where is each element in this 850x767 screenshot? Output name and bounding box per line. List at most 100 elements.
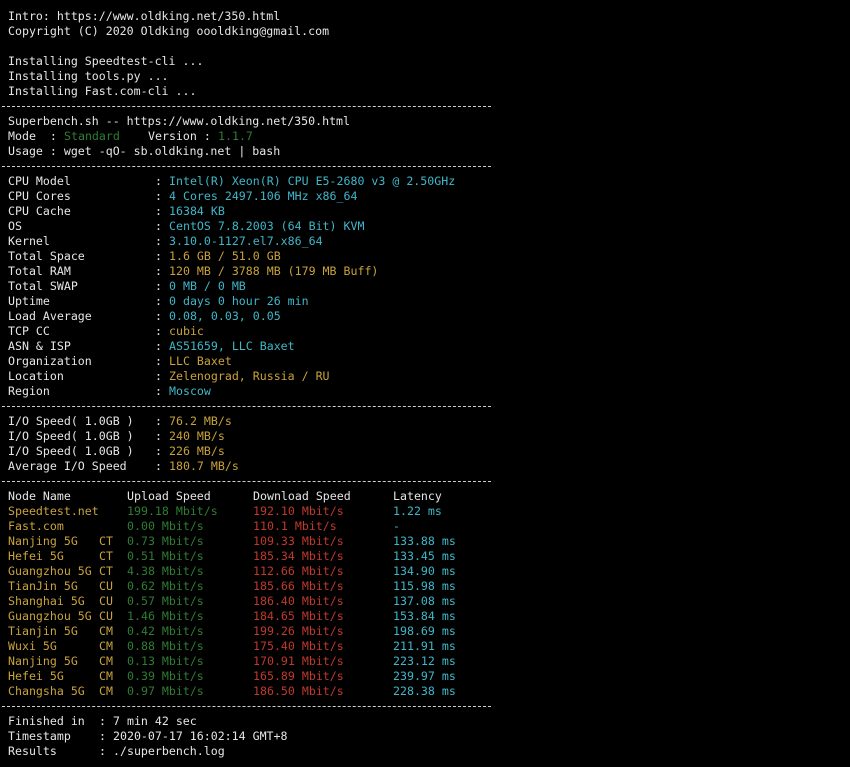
speed-download: 175.40 Mbit/s [253, 639, 344, 653]
sysinfo-colon: : [155, 324, 162, 338]
io-speed-key: I/O Speed( 1.0GB ) [8, 429, 134, 443]
speed-row: Nanjing 5G CM 0.13 Mbit/s 170.91 Mbit/s 223.… [8, 654, 844, 669]
sysinfo-row: CPU Cache:16384 KB [8, 204, 844, 219]
sysinfo-key: CPU Cores [8, 189, 71, 203]
speed-latency: 1.22 ms [393, 504, 442, 518]
speed-node-name: Shanghai 5G [8, 594, 85, 608]
speed-download: 112.66 Mbit/s [253, 564, 344, 578]
sysinfo-value: 0 days 0 hour 26 min [169, 294, 309, 308]
speed-download: 184.65 Mbit/s [253, 609, 344, 623]
sysinfo-row: Region: Moscow [8, 384, 844, 399]
speed-upload: 0.97 Mbit/s [127, 684, 204, 698]
mode-value: Standard [64, 129, 120, 143]
sysinfo-value: 0.08, 0.03, 0.05 [169, 309, 281, 323]
mode-label: Mode : [8, 129, 64, 143]
speed-row: Wuxi 5G CM 0.88 Mbit/s 175.40 Mbit/s 211.91 … [8, 639, 844, 654]
speed-latency: 228.38 ms [393, 684, 456, 698]
speed-latency: - [393, 519, 400, 533]
speed-row: Hefei 5G CT 0.51 Mbit/s 185.34 Mbit/s 133.45… [8, 549, 844, 564]
footer-row: Finished in:7 min 42 sec [8, 714, 844, 729]
speed-isp: CU [99, 579, 113, 593]
io-speed-key: Average I/O Speed [8, 459, 127, 473]
footer-key: Timestamp [8, 729, 71, 743]
sysinfo-value: Zelenograd, Russia / RU [169, 369, 330, 383]
footer-value: 2020-07-17 16:02:14 GMT+8 [113, 729, 288, 743]
speed-isp: CT [99, 564, 113, 578]
speed-download: 165.89 Mbit/s [253, 669, 344, 683]
speed-row: Speedtest.net 199.18 Mbit/s 192.10 Mbit/s 1… [8, 504, 844, 519]
system-info-section: CPU Model: Intel(R) Xeon(R) CPU E5-2680 v… [8, 174, 844, 399]
sysinfo-colon: : [155, 339, 162, 353]
speed-row: Fast.com 0.00 Mbit/s 110.1 Mbit/s - [8, 519, 844, 534]
io-speed-colon: : [155, 414, 162, 428]
sysinfo-row: ASN & ISP: AS51659, LLC Baxet [8, 339, 844, 354]
sysinfo-key: Uptime [8, 294, 50, 308]
speed-node-name: TianJin 5G [8, 579, 78, 593]
intro-line: Intro: https://www.oldking.net/350.html [8, 9, 281, 23]
sysinfo-colon: : [155, 279, 162, 293]
version-value: 1.1.7 [218, 129, 253, 143]
speed-upload: 0.42 Mbit/s [127, 624, 204, 638]
speed-isp: CU [99, 594, 113, 608]
io-speed-key: I/O Speed( 1.0GB ) [8, 444, 134, 458]
io-speed-section: I/O Speed( 1.0GB ):76.2 MB/s I/O Speed( 1… [8, 414, 844, 474]
sysinfo-value: 16384 KB [169, 204, 225, 218]
superbench-url-line: Superbench.sh -- https://www.oldking.net… [8, 114, 351, 128]
sysinfo-key: Total Space [8, 249, 85, 263]
speed-upload: 0.88 Mbit/s [127, 639, 204, 653]
speed-latency: 153.84 ms [393, 609, 456, 623]
speed-node-name: Wuxi 5G [8, 639, 57, 653]
speed-isp: CM [99, 684, 113, 698]
io-speed-colon: : [155, 459, 162, 473]
separator [2, 159, 844, 174]
speed-latency: 223.12 ms [393, 654, 456, 668]
footer-colon: : [99, 744, 106, 758]
sysinfo-colon: : [155, 264, 162, 278]
sysinfo-key: Total SWAP [8, 279, 78, 293]
sysinfo-key: ASN & ISP [8, 339, 71, 353]
speed-upload: 0.51 Mbit/s [127, 549, 204, 563]
io-speed-value: 76.2 MB/s [169, 414, 232, 428]
sysinfo-row: Total SWAP:0 MB / 0 MB [8, 279, 844, 294]
sysinfo-row: Location: Zelenograd, Russia / RU [8, 369, 844, 384]
sysinfo-key: Location [8, 369, 64, 383]
sysinfo-key: Kernel [8, 234, 50, 248]
sysinfo-colon: : [155, 369, 162, 383]
speed-row: Tianjin 5G CM 0.42 Mbit/s 199.26 Mbit/s 198.… [8, 624, 844, 639]
sysinfo-colon: : [155, 204, 162, 218]
sysinfo-key: Total RAM [8, 264, 71, 278]
sysinfo-key: CPU Model [8, 174, 71, 188]
sysinfo-colon: : [155, 189, 162, 203]
speed-upload: 0.39 Mbit/s [127, 669, 204, 683]
speed-row: Nanjing 5G CT 0.73 Mbit/s 109.33 Mbit/s 133.… [8, 534, 844, 549]
install-line: Installing Fast.com-cli ... [8, 84, 197, 98]
speed-node-name: Hefei 5G [8, 669, 64, 683]
sysinfo-colon: : [155, 309, 162, 323]
speed-download: 186.40 Mbit/s [253, 594, 344, 608]
footer-row: Timestamp:2020-07-17 16:02:14 GMT+8 [8, 729, 844, 744]
io-speed-value: 180.7 MB/s [169, 459, 239, 473]
speed-node-name: Nanjing 5G [8, 654, 78, 668]
sysinfo-value: Moscow [169, 384, 211, 398]
speed-upload: 4.38 Mbit/s [127, 564, 204, 578]
speed-node-name: Changsha 5G [8, 684, 85, 698]
terminal-output: Intro: https://www.oldking.net/350.html … [2, 9, 844, 759]
footer-colon: : [99, 714, 106, 728]
sysinfo-row: Load Average:0.08, 0.03, 0.05 [8, 309, 844, 324]
speed-row: TianJin 5G CU 0.62 Mbit/s 185.66 Mbit/s 115.… [8, 579, 844, 594]
speed-node-name: Nanjing 5G [8, 534, 78, 548]
sysinfo-row: Total Space:1.6 GB / 51.0 GB [8, 249, 844, 264]
speed-isp: CU [99, 609, 113, 623]
speed-download: 185.66 Mbit/s [253, 579, 344, 593]
sysinfo-row: OS: CentOS 7.8.2003 (64 Bit) KVM [8, 219, 844, 234]
sysinfo-key: TCP CC [8, 324, 50, 338]
sysinfo-value: 0 MB / 0 MB [169, 279, 246, 293]
speed-download: 199.26 Mbit/s [253, 624, 344, 638]
sysinfo-colon: : [155, 234, 162, 248]
copyright-line: Copyright (C) 2020 Oldking oooldking@gma… [8, 24, 330, 38]
separator [2, 474, 844, 489]
speed-latency: 134.90 ms [393, 564, 456, 578]
sysinfo-colon: : [155, 174, 162, 188]
sysinfo-key: Region [8, 384, 50, 398]
io-speed-value: 226 MB/s [169, 444, 225, 458]
